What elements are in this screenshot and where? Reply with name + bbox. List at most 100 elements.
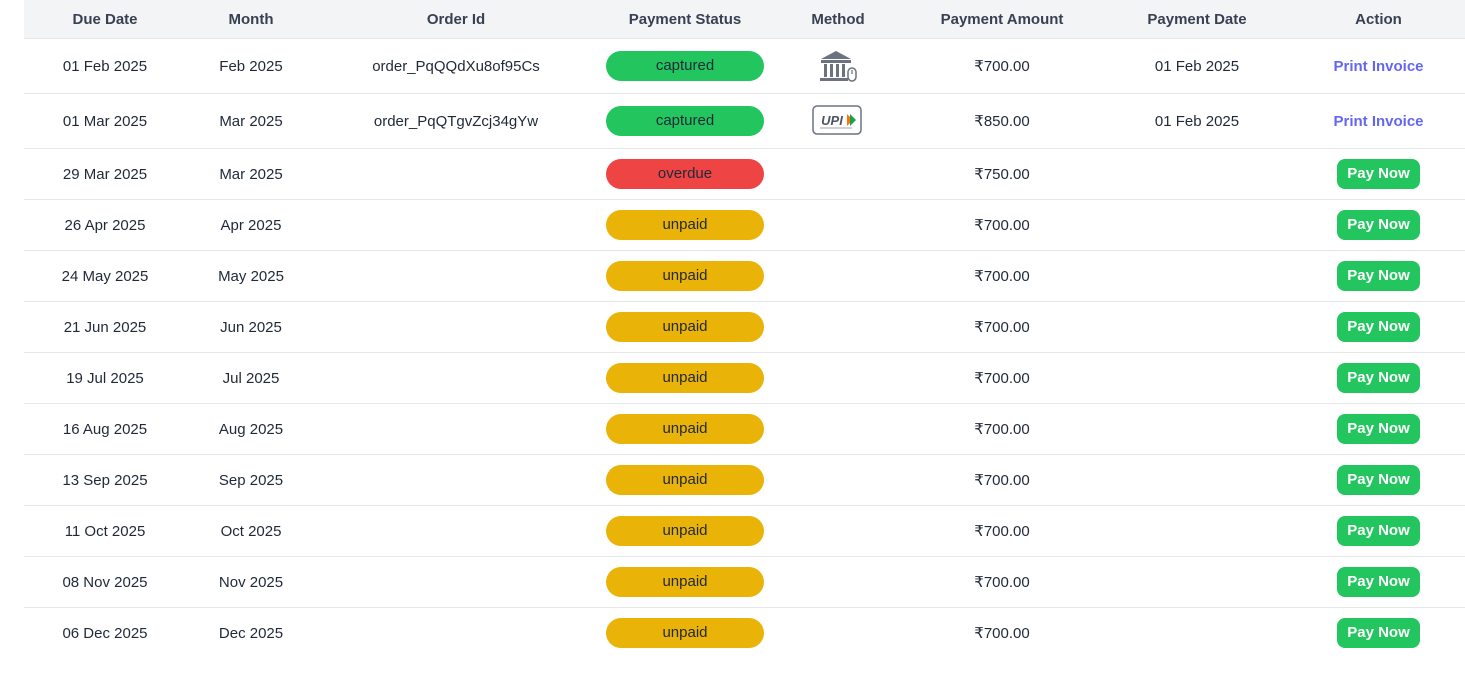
table-row: 08 Nov 2025 Nov 2025 unpaid ₹700.00 Pay … (24, 556, 1465, 608)
due-date-cell: 11 Oct 2025 (24, 505, 186, 557)
pay-now-button[interactable]: Pay Now (1337, 414, 1420, 444)
method-cell (774, 301, 902, 353)
status-cell: captured (596, 38, 774, 94)
svg-text:UPI: UPI (821, 113, 843, 128)
due-date-cell: 24 May 2025 (24, 250, 186, 302)
method-cell (774, 403, 902, 455)
header-method: Method (774, 0, 902, 39)
order-id-cell (316, 250, 596, 302)
status-cell: captured (596, 93, 774, 149)
table-row: 13 Sep 2025 Sep 2025 unpaid ₹700.00 Pay … (24, 454, 1465, 506)
status-badge: unpaid (606, 465, 764, 495)
table-row: 24 May 2025 May 2025 unpaid ₹700.00 Pay … (24, 250, 1465, 302)
status-badge: unpaid (606, 567, 764, 597)
pay-now-button[interactable]: Pay Now (1337, 465, 1420, 495)
due-date-cell: 21 Jun 2025 (24, 301, 186, 353)
method-cell (774, 148, 902, 200)
order-id-cell (316, 505, 596, 557)
pay-now-button[interactable]: Pay Now (1337, 210, 1420, 240)
status-badge: unpaid (606, 618, 764, 648)
status-cell: unpaid (596, 505, 774, 557)
table-body: 01 Feb 2025 Feb 2025 order_PqQQdXu8of95C… (24, 38, 1465, 659)
pay-now-button[interactable]: Pay Now (1337, 159, 1420, 189)
amount-cell: ₹700.00 (974, 625, 1030, 642)
method-cell (774, 38, 902, 94)
table-row: 19 Jul 2025 Jul 2025 unpaid ₹700.00 Pay … (24, 352, 1465, 404)
status-badge: captured (606, 106, 764, 136)
pay-now-button[interactable]: Pay Now (1337, 618, 1420, 648)
status-badge: unpaid (606, 414, 764, 444)
status-badge: captured (606, 51, 764, 81)
status-badge: unpaid (606, 312, 764, 342)
amount-cell: ₹750.00 (902, 148, 1102, 200)
payment-date-cell (1102, 608, 1292, 659)
month-cell: Feb 2025 (186, 38, 316, 94)
header-order-id: Order Id (316, 0, 596, 39)
status-cell: unpaid (596, 352, 774, 404)
amount-cell: ₹700.00 (902, 505, 1102, 557)
pay-now-button[interactable]: Pay Now (1337, 261, 1420, 291)
month-cell: Jul 2025 (186, 352, 316, 404)
month-cell: Aug 2025 (186, 403, 316, 455)
action-cell: Pay Now (1292, 505, 1465, 557)
payment-date-cell (1102, 250, 1292, 302)
action-cell: Print Invoice (1292, 93, 1465, 149)
status-cell: unpaid (596, 556, 774, 608)
due-date-cell: 13 Sep 2025 (24, 454, 186, 506)
order-id-cell: order_PqQQdXu8of95Cs (316, 38, 596, 94)
bank-icon (820, 51, 857, 82)
amount-cell: ₹700.00 (902, 454, 1102, 506)
month-cell: Dec 2025 (218, 624, 284, 642)
status-cell: unpaid (596, 301, 774, 353)
status-badge: overdue (606, 159, 764, 189)
action-cell: Pay Now (1292, 250, 1465, 302)
method-cell (774, 505, 902, 557)
payment-date-cell (1102, 403, 1292, 455)
method-cell (774, 454, 902, 506)
amount-cell: ₹850.00 (902, 93, 1102, 149)
print-invoice-link[interactable]: Print Invoice (1333, 113, 1423, 130)
header-payment-status: Payment Status (596, 0, 774, 39)
header-payment-date: Payment Date (1102, 0, 1292, 39)
order-id-cell (316, 556, 596, 608)
payment-date-cell: 01 Feb 2025 (1102, 38, 1292, 94)
pay-now-button[interactable]: Pay Now (1337, 363, 1420, 393)
due-date-cell: 16 Aug 2025 (24, 403, 186, 455)
action-cell: Pay Now (1292, 352, 1465, 404)
payment-date-cell (1102, 301, 1292, 353)
amount-cell: ₹700.00 (902, 199, 1102, 251)
amount-cell: ₹700.00 (902, 250, 1102, 302)
order-id-cell (316, 199, 596, 251)
due-date-cell: 19 Jul 2025 (24, 352, 186, 404)
pay-now-button[interactable]: Pay Now (1337, 567, 1420, 597)
payment-date-cell: 01 Feb 2025 (1102, 93, 1292, 149)
action-cell: Pay Now (1292, 148, 1465, 200)
status-badge: unpaid (606, 210, 764, 240)
method-cell (774, 199, 902, 251)
header-due-date: Due Date (24, 0, 186, 39)
action-cell: Pay Now (1292, 454, 1465, 506)
due-date-cell: 06 Dec 2025 (62, 624, 148, 642)
table-row: 29 Mar 2025 Mar 2025 overdue ₹750.00 Pay… (24, 148, 1465, 200)
status-cell: overdue (596, 148, 774, 200)
due-date-cell: 08 Nov 2025 (24, 556, 186, 608)
table-row: 01 Feb 2025 Feb 2025 order_PqQQdXu8of95C… (24, 38, 1465, 94)
due-date-cell: 01 Feb 2025 (24, 38, 186, 94)
payments-table: Due Date Month Order Id Payment Status M… (24, 0, 1465, 658)
payment-date-cell (1102, 148, 1292, 200)
pay-now-button[interactable]: Pay Now (1337, 312, 1420, 342)
print-invoice-link[interactable]: Print Invoice (1333, 58, 1423, 75)
pay-now-button[interactable]: Pay Now (1337, 516, 1420, 546)
status-badge: unpaid (606, 363, 764, 393)
month-cell: Nov 2025 (186, 556, 316, 608)
status-cell: unpaid (596, 199, 774, 251)
month-cell: May 2025 (186, 250, 316, 302)
method-cell (774, 556, 902, 608)
due-date-cell: 01 Mar 2025 (24, 93, 186, 149)
order-id-cell: order_PqQTgvZcj34gYw (316, 93, 596, 149)
payment-date-cell (1102, 199, 1292, 251)
status-cell: unpaid (596, 403, 774, 455)
header-payment-amount: Payment Amount (902, 0, 1102, 39)
amount-cell: ₹700.00 (902, 301, 1102, 353)
action-cell: Pay Now (1292, 199, 1465, 251)
